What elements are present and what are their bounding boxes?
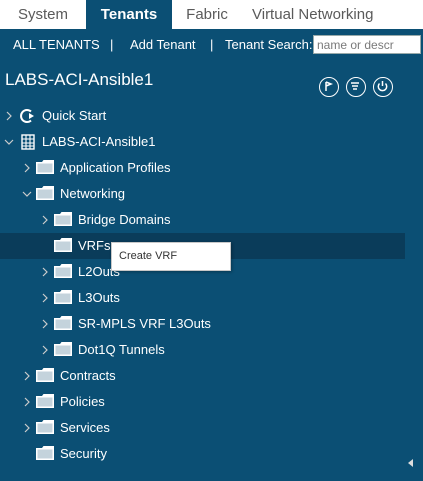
folder-icon — [54, 264, 72, 278]
tree-item-label: Bridge Domains — [78, 212, 171, 227]
chevron-right-icon[interactable] — [21, 370, 33, 382]
chevron-right-icon[interactable] — [3, 110, 15, 122]
chevron-down-icon[interactable] — [21, 188, 33, 200]
top-tab-bar: System Tenants Fabric Virtual Networking — [0, 0, 423, 29]
tree-item-label: Dot1Q Tunnels — [78, 342, 165, 357]
tree-item-label: Services — [60, 420, 110, 435]
chevron-right-icon[interactable] — [39, 214, 51, 226]
folder-icon — [36, 446, 54, 460]
tree-item-label: Application Profiles — [60, 160, 171, 175]
building-icon — [21, 134, 35, 150]
tree-item-bridge-domains[interactable]: Bridge Domains — [0, 207, 405, 233]
list-filter-icon[interactable] — [346, 77, 366, 97]
tree-item-dot1q-tunnels[interactable]: Dot1Q Tunnels — [0, 337, 405, 363]
tree-item-label: Security — [60, 446, 107, 461]
subnav-separator: | — [210, 37, 214, 52]
tree-item-security[interactable]: Security — [0, 441, 405, 467]
subnav-separator: | — [110, 37, 114, 52]
chevron-down-icon[interactable] — [3, 136, 15, 148]
tree-item-label: Quick Start — [42, 108, 107, 123]
refresh-icon[interactable] — [373, 77, 393, 97]
chevron-right-icon[interactable] — [39, 266, 51, 278]
tab-fabric[interactable]: Fabric — [172, 0, 242, 29]
tree-item-quick-start[interactable]: Quick Start — [0, 103, 405, 129]
folder-icon — [54, 212, 72, 226]
chevron-right-icon[interactable] — [39, 344, 51, 356]
chevron-right-icon[interactable] — [39, 292, 51, 304]
all-tenants-link[interactable]: ALL TENANTS — [13, 37, 100, 52]
folder-icon — [54, 238, 72, 252]
tree-item-sr-mpls-vrf-l3outs[interactable]: SR-MPLS VRF L3Outs — [0, 311, 405, 337]
tree-item-policies[interactable]: Policies — [0, 389, 405, 415]
folder-icon — [36, 420, 54, 434]
tree-item-label: LABS-ACI-Ansible1 — [42, 134, 156, 149]
tenant-subnav: ALL TENANTS | Add Tenant | Tenant Search… — [0, 29, 423, 60]
tree-item-contracts[interactable]: Contracts — [0, 363, 405, 389]
tab-virtual-networking[interactable]: Virtual Networking — [242, 0, 423, 29]
folder-icon — [36, 160, 54, 174]
quick-start-icon — [20, 109, 34, 123]
tag-icon[interactable] — [319, 77, 339, 97]
tree-item-services[interactable]: Services — [0, 415, 405, 441]
tab-tenants[interactable]: Tenants — [86, 0, 172, 29]
page-title: LABS-ACI-Ansible1 — [5, 70, 154, 89]
chevron-right-icon[interactable] — [21, 162, 33, 174]
folder-icon — [54, 342, 72, 356]
tree-item-label: Networking — [60, 186, 126, 201]
chevron-right-icon[interactable] — [39, 318, 51, 330]
chevron-right-icon[interactable] — [21, 422, 33, 434]
tree-item-label: VRFs — [78, 238, 111, 253]
tree-item-label: L3Outs — [78, 290, 120, 305]
add-tenant-link[interactable]: Add Tenant — [130, 37, 196, 52]
tree-scrollbar[interactable] — [405, 60, 423, 481]
create-vrf-menu-item[interactable]: Create VRF — [119, 250, 177, 262]
tenant-search-input[interactable] — [313, 35, 421, 54]
context-menu: Create VRF — [111, 242, 231, 271]
tree-item-label: Policies — [60, 394, 105, 409]
collapse-arrow-icon[interactable] — [408, 459, 413, 467]
folder-icon — [36, 186, 54, 200]
folder-icon — [54, 316, 72, 330]
tree-item-tenant[interactable]: LABS-ACI-Ansible1 — [0, 129, 405, 155]
tree-item-label: Contracts — [60, 368, 116, 383]
tab-system[interactable]: System — [0, 0, 86, 29]
tree-item-networking[interactable]: Networking — [0, 181, 405, 207]
tree-item-application-profiles[interactable]: Application Profiles — [0, 155, 405, 181]
tenant-search-label: Tenant Search: — [225, 37, 313, 52]
folder-icon — [36, 368, 54, 382]
tree-item-l3outs[interactable]: L3Outs — [0, 285, 405, 311]
folder-icon — [36, 394, 54, 408]
tree-item-label: SR-MPLS VRF L3Outs — [78, 316, 211, 331]
folder-icon — [54, 290, 72, 304]
chevron-right-icon[interactable] — [21, 396, 33, 408]
